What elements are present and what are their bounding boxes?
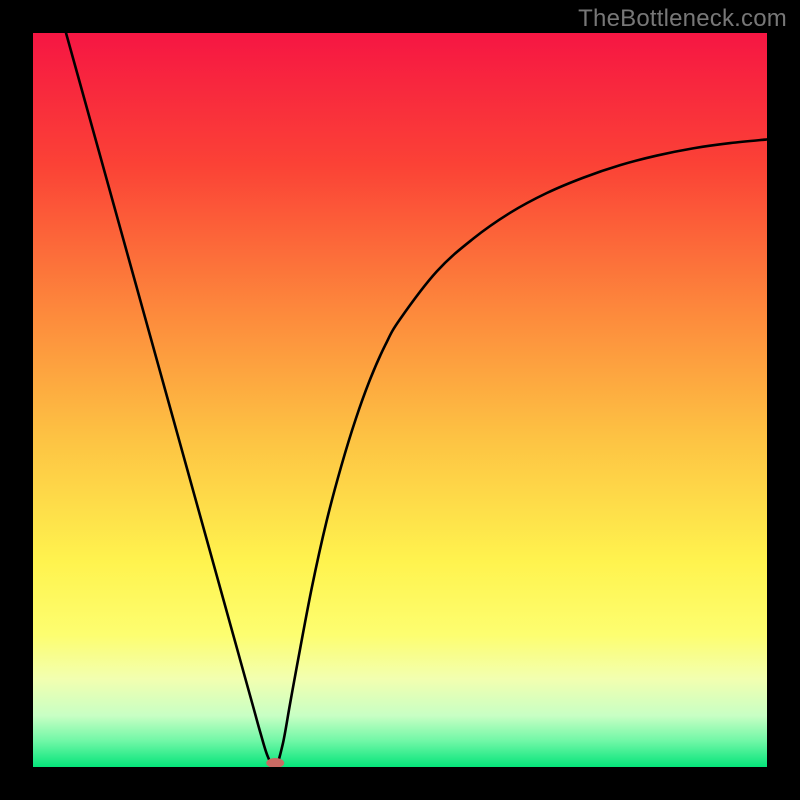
gradient-background (33, 33, 767, 767)
bottleneck-chart (33, 33, 767, 767)
watermark-text: TheBottleneck.com (578, 5, 787, 33)
plot-area (33, 33, 767, 767)
chart-frame: TheBottleneck.com (0, 0, 800, 800)
